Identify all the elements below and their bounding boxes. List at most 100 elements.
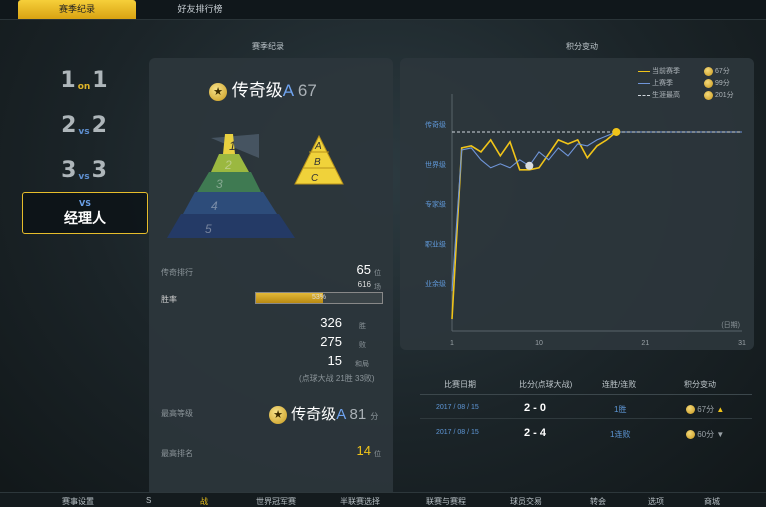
bottom-menu-item[interactable]: 赛事设置	[62, 496, 94, 506]
pyramid-label-4: 4	[211, 199, 218, 213]
x-tick-label: 21	[641, 340, 649, 347]
bottom-menu-item[interactable]: 半联赛选择	[340, 496, 380, 506]
wins-unit: 胜	[359, 323, 366, 330]
rank-pyramids: 1 2 3 4 5 A B C	[167, 134, 344, 238]
bottom-menu-item[interactable]: 战	[200, 496, 208, 506]
coin-icon	[686, 405, 695, 415]
ranking-unit: 位	[374, 270, 381, 277]
x-axis-unit: (日期)	[721, 321, 740, 329]
points-chart-panel: 传奇级 世界级 专家级 职业级 业余级 1 10 21 31 (日期) 当前赛季 67分 上赛季 …	[400, 58, 754, 350]
winrate-label: 胜率	[161, 295, 177, 304]
last-season-marker	[525, 161, 534, 170]
draws-unit: 和局	[355, 361, 369, 368]
legend-last-points: 99分	[714, 80, 730, 87]
winrate-text: 53%	[311, 294, 326, 301]
highest-rank-value: 14	[356, 443, 371, 458]
legend-last-label: 上赛季	[651, 80, 673, 87]
table-header-score: 比分(点球大战)	[519, 380, 573, 389]
season-record-panel: ★ 传奇级A 67 1 2 3 4 5 A B C 传奇排行 65 位 616 …	[149, 58, 393, 498]
row-points: 67分 ▲	[686, 404, 724, 415]
bottom-menu-item[interactable]: 商城	[704, 496, 720, 506]
bottom-menu-item[interactable]: 转会	[590, 496, 606, 506]
highest-grade-name: 传奇级	[291, 406, 337, 423]
mode-2vs2-right: 2	[91, 112, 107, 138]
coin-icon	[704, 66, 713, 76]
legend-current-value: 67分	[704, 66, 730, 76]
legend-best-label: 生涯最高	[651, 92, 680, 99]
points-change-header: 积分变动	[566, 42, 598, 51]
draws-value: 15	[327, 353, 342, 368]
mode-3vs3[interactable]: 3 vs 3	[22, 150, 146, 190]
arrow-up-icon: ▲	[716, 405, 725, 414]
bottom-menu-item[interactable]: S	[146, 496, 151, 506]
row-streak: 1连败	[610, 430, 631, 439]
row-points-value: 67分	[697, 405, 715, 414]
wins-value: 326	[320, 315, 342, 330]
current-marker	[612, 127, 621, 136]
losses-unit: 败	[359, 342, 366, 349]
season-record-header: 赛季纪录	[252, 42, 284, 51]
highest-rank-label: 最高排名	[161, 449, 193, 458]
legend-best-value: 201分	[704, 90, 734, 100]
coin-icon	[704, 90, 713, 100]
mode-manager-vs: VS	[79, 198, 91, 208]
mode-manager-label: 经理人	[64, 209, 106, 226]
tab-season-record[interactable]: 赛季纪录	[18, 0, 136, 19]
y-tick-label: 职业级	[425, 239, 446, 248]
legend-current-label: 当前赛季	[651, 68, 680, 75]
bottom-menu-item[interactable]: 球员交易	[510, 496, 542, 506]
mode-manager[interactable]: VS 经理人	[22, 192, 148, 234]
y-tick-label: 传奇级	[425, 120, 446, 129]
bottom-menu-item[interactable]: 选项	[648, 496, 664, 506]
highest-rank-unit: 位	[374, 451, 381, 458]
ranking-sub: 616	[357, 280, 371, 289]
grade-label-a: A	[314, 141, 322, 152]
losses-value: 275	[320, 334, 342, 349]
pyramid-tier-5	[167, 214, 295, 238]
tab-friend-ranking[interactable]: 好友排行榜	[150, 0, 250, 19]
legend-current-points: 67分	[714, 68, 730, 75]
star-coin-icon: ★	[269, 406, 287, 425]
coin-icon	[704, 78, 713, 88]
y-tick-label: 业余级	[425, 279, 446, 288]
mode-2vs2-mid: vs	[78, 127, 90, 137]
x-tick-label: 31	[738, 340, 746, 347]
row-date: 2017 / 08 / 15	[436, 429, 479, 436]
pyramid-label-3: 3	[216, 177, 223, 191]
ranking-label: 传奇排行	[161, 268, 193, 277]
row-date: 2017 / 08 / 15	[436, 404, 479, 411]
mode-3vs3-right: 3	[91, 157, 107, 183]
pyramid-tier-4	[183, 192, 277, 214]
top-tab-bar: 赛季纪录 好友排行榜	[0, 0, 766, 20]
highest-grade-unit: 分	[370, 412, 379, 421]
legend-last: 上赛季	[638, 78, 673, 88]
mode-1on1[interactable]: 1 on 1	[22, 60, 146, 100]
grade-label-c: C	[311, 173, 319, 184]
mode-1on1-left: 1	[60, 67, 76, 93]
ranking-value: 65	[356, 262, 371, 277]
series-line	[451, 131, 742, 292]
pyramid-label-5: 5	[205, 222, 212, 236]
highest-grade-points: 81	[349, 406, 367, 423]
bottom-menu-item[interactable]: 联赛与赛程	[426, 496, 466, 506]
highest-grade-label: 最高等级	[161, 409, 193, 418]
x-tick-label: 1	[450, 340, 454, 347]
bottom-menu-bar: 赛事设置 S 战 世界冠军赛 半联赛选择 联赛与赛程 球员交易 转会 选项 商城	[0, 492, 766, 507]
coin-icon	[686, 430, 695, 440]
table-header-streak: 连胜/连败	[602, 380, 637, 389]
highest-grade-grade: A	[336, 406, 346, 423]
penalty-note: (点球大战 21胜 33败)	[299, 374, 375, 383]
mode-3vs3-mid: vs	[78, 172, 90, 182]
arrow-down-icon: ▼	[716, 430, 725, 439]
ranking-sub-unit: 场	[374, 284, 381, 291]
pyramid-tier-3	[197, 172, 261, 192]
series-line	[451, 131, 617, 320]
x-tick-label: 10	[535, 340, 543, 347]
legend-current: 当前赛季	[638, 66, 680, 76]
y-tick-label: 专家级	[425, 200, 446, 209]
mode-2vs2[interactable]: 2 vs 2	[22, 105, 146, 145]
mode-1on1-mid: on	[77, 82, 91, 92]
bottom-menu-item[interactable]: 世界冠军赛	[256, 496, 296, 506]
winrate-bar: 53%	[255, 292, 383, 304]
mode-3vs3-left: 3	[61, 157, 77, 183]
